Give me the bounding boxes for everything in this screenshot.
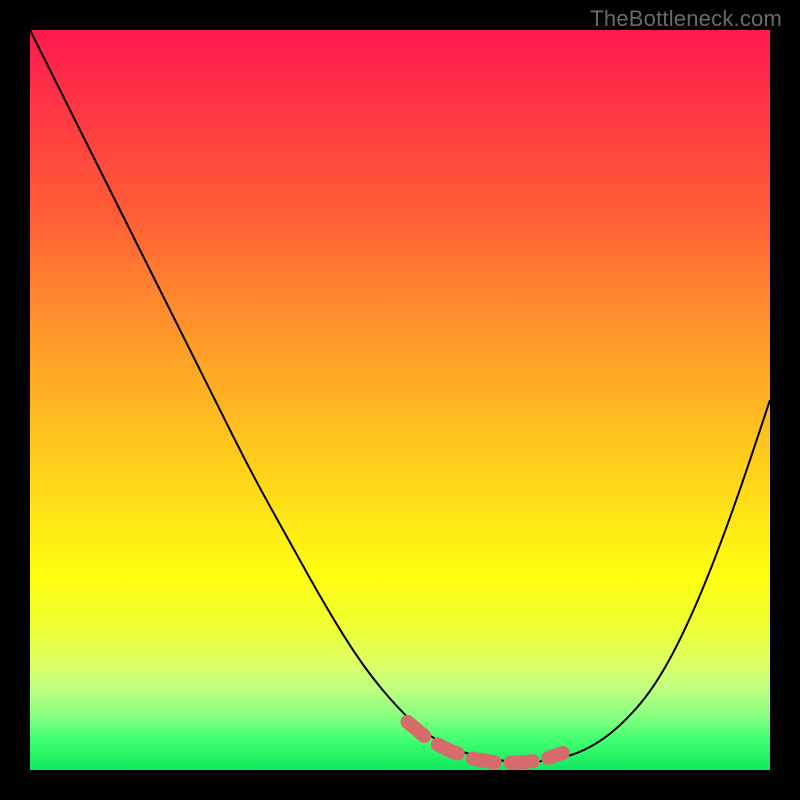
bottleneck-curve xyxy=(30,30,770,762)
chart-container: TheBottleneck.com xyxy=(0,0,800,800)
plot-area xyxy=(30,30,770,770)
optimal-range-markers xyxy=(407,722,562,763)
curve-svg xyxy=(30,30,770,770)
watermark-text: TheBottleneck.com xyxy=(590,6,782,32)
